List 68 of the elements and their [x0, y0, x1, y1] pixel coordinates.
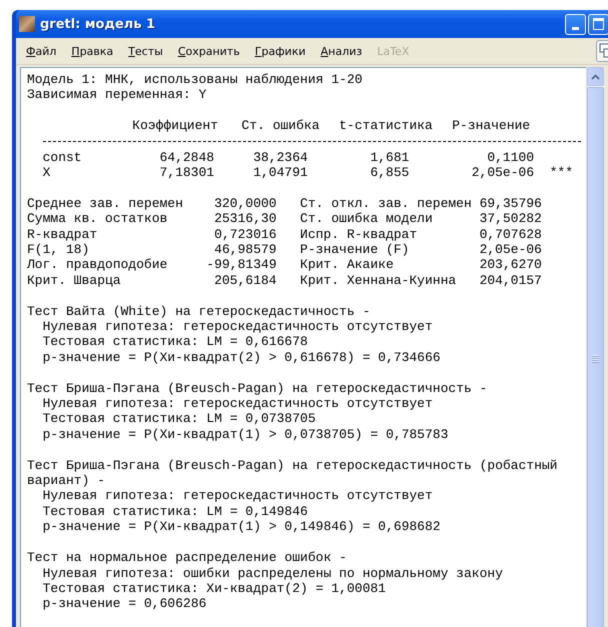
- menu-item[interactable]: Сохранить: [172, 42, 246, 60]
- stat-label: F(1, 18): [27, 242, 90, 258]
- table-cell-text: 1,04791: [252, 165, 309, 180]
- stat-label: Испр. R-квадрат: [299, 226, 418, 242]
- stat-label: Ст. ошибка модели: [299, 211, 434, 227]
- window-title: gretl: модель 1: [40, 16, 156, 32]
- column-header: t-статистика: [338, 118, 434, 134]
- maximize-button[interactable]: [588, 14, 608, 34]
- significance-stars: ***: [550, 165, 574, 180]
- menu-item[interactable]: Графики: [248, 42, 312, 60]
- stat-value: 203,6270: [478, 257, 542, 273]
- stat-value: 0,723016: [213, 226, 277, 242]
- stat-label: Крит. Шварца: [27, 272, 122, 288]
- stat-value: -99,81349: [205, 257, 277, 273]
- stat-value: 205,6184: [213, 272, 277, 288]
- stat-label: Крит. Хеннана-Куинна: [299, 272, 458, 288]
- stat-label: Сумма кв. остатков: [27, 211, 168, 227]
- stat-label: Лог. правдоподобие: [27, 257, 168, 273]
- test-title: Тест Бриша-Пэгана (Breusch-Pagan) на гетероскедастичность -: [27, 380, 488, 396]
- column-header: P-значение: [451, 118, 532, 134]
- stat-label: R-квадрат: [27, 226, 98, 242]
- output-line: Нулевая гипотеза: гетероскедастичность отсутствует: [42, 488, 434, 504]
- table-cell-text: X: [42, 165, 52, 180]
- output-line: Тестовая статистика: LM = 0,149846: [42, 504, 309, 520]
- stat-value: 25316,30: [213, 211, 277, 227]
- menu-item[interactable]: Анализ: [314, 42, 368, 60]
- column-header: Ст. ошибка: [240, 118, 320, 134]
- output-line: Модель 1: МНК, использованы наблюдения 1-20: [27, 72, 364, 88]
- output-line: Нулевая гипотеза: гетероскедастичность отсутствует: [42, 319, 434, 334]
- menu-item[interactable]: Файл: [20, 42, 62, 60]
- stat-value: 0,707628: [478, 226, 542, 242]
- output-line: Тестовая статистика: Хи-квадрат(2) = 1,00081: [42, 580, 387, 596]
- output-line: Нулевая гипотеза: гетероскедастичность отсутствует: [42, 396, 434, 412]
- menu-item[interactable]: Тесты: [122, 42, 169, 60]
- test-title: Тест на нормальное распределение ошибок -: [27, 550, 348, 566]
- table-cell-text: 1,681: [369, 150, 410, 166]
- stat-label: Среднее зав. перемен: [27, 196, 184, 212]
- test-title: Тест Бриша-Пэгана (Breusch-Pagan) на гетероскедастичность (робастный вариант) -: [27, 458, 558, 488]
- output-line: Нулевая гипотеза: ошибки распределены по нормальному закону: [42, 566, 504, 581]
- output-line: Зависимая переменная: Y: [27, 87, 208, 103]
- stat-label: Крит. Акаике: [299, 257, 395, 273]
- stat-value: 320,0000: [213, 196, 277, 212]
- table-cell-text: 38,2364: [252, 150, 309, 166]
- stat-label: P-значение (F): [299, 242, 410, 258]
- menu-item[interactable]: Правка: [65, 42, 120, 60]
- stat-value: 46,98579: [213, 242, 277, 258]
- stat-value: 37,50282: [478, 211, 542, 227]
- stat-value: 2,05e-06: [478, 242, 542, 258]
- minimize-button[interactable]: [565, 14, 586, 34]
- table-cell-text: 0,1100: [486, 150, 536, 166]
- stat-value: 69,35796: [478, 196, 542, 212]
- stat-value: 204,0157: [478, 272, 542, 288]
- output-line: p-значение = P(Хи-квадрат(1) > 0,149846) = 0,698682: [42, 519, 442, 535]
- scroll-up-icon[interactable]: [587, 67, 604, 86]
- stat-label: Ст. откл. зав. перемен: [299, 196, 472, 212]
- test-title: Тест Вайта (White) на гетероскедастичность -: [27, 304, 372, 320]
- table-cell-text: const: [42, 150, 83, 166]
- table-cell-text: 6,855: [369, 165, 410, 180]
- output-line: Тестовая статистика: LM = 0,616678: [42, 334, 309, 350]
- output-line: p-значение = P(Хи-квадрат(1) > 0,0738705) = 0,785783: [42, 426, 450, 442]
- column-header: Коэффициент: [131, 118, 220, 134]
- output-line: Тестовая статистика: LM = 0,0738705: [42, 411, 317, 427]
- table-cell-text: 64,2848: [158, 150, 216, 166]
- table-cell-text: 7,18301: [158, 165, 216, 180]
- table-cell-text: 2,05e-06: [470, 165, 536, 180]
- output-line: p-значение = 0,606286: [42, 596, 208, 612]
- output-line: p-значение = P(Хи-квадрат(2) > 0,616678) = 0,734666: [42, 350, 442, 366]
- app-icon: [19, 16, 35, 32]
